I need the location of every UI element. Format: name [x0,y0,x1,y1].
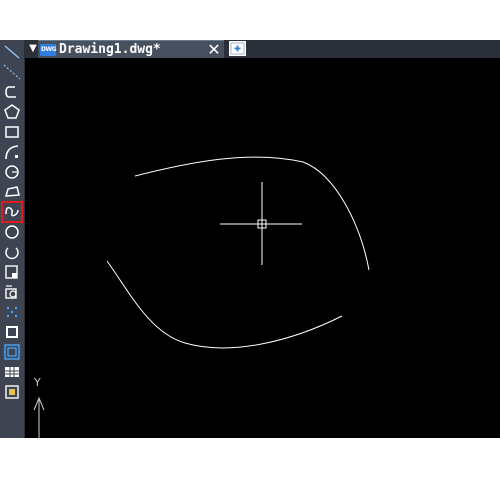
close-tab-button[interactable]: ✕ [205,41,223,59]
spline-tool[interactable] [1,201,23,223]
hatch-tool[interactable] [2,323,22,341]
multiline-text-tool[interactable] [2,383,22,401]
document-tab-bar: ▼ DWG Drawing1.dwg* ✕ [25,40,500,59]
document-tab-title: Drawing1.dwg* [59,42,161,57]
dwg-badge-label: DWG [41,46,57,53]
new-drawing-tab-button[interactable] [229,41,246,56]
ellipse-arc-tool[interactable] [2,243,22,261]
crosshair-cursor [220,182,302,265]
construction-line-tool[interactable] [2,63,22,81]
revision-cloud-tool[interactable] [2,183,22,201]
document-tab-drawing1[interactable]: DWG Drawing1.dwg* ✕ [38,40,224,59]
rectangle-tool[interactable] [2,123,22,141]
ellipse-tool[interactable] [2,223,22,241]
arc-tool[interactable] [2,143,22,161]
table-tool[interactable] [2,363,22,381]
drawing-canvas[interactable]: Y [25,58,500,438]
draw-toolbar [0,40,25,438]
point-tool[interactable] [2,303,22,321]
line-tool[interactable] [2,43,22,61]
make-block-tool[interactable] [2,283,22,301]
spline-lower-curve[interactable] [106,260,343,349]
polygon-tool[interactable] [2,103,22,121]
insert-block-tool[interactable] [2,263,22,281]
polyline-tool[interactable] [2,83,22,101]
dwg-file-icon: DWG [40,44,57,56]
ucs-y-axis-label: Y [34,376,41,389]
cad-window: ▼ DWG Drawing1.dwg* ✕ Y [0,40,500,438]
circle-tool[interactable] [2,163,22,181]
ucs-icon [33,396,45,438]
region-tool[interactable] [2,343,22,361]
spline-upper-curve[interactable] [134,156,370,271]
